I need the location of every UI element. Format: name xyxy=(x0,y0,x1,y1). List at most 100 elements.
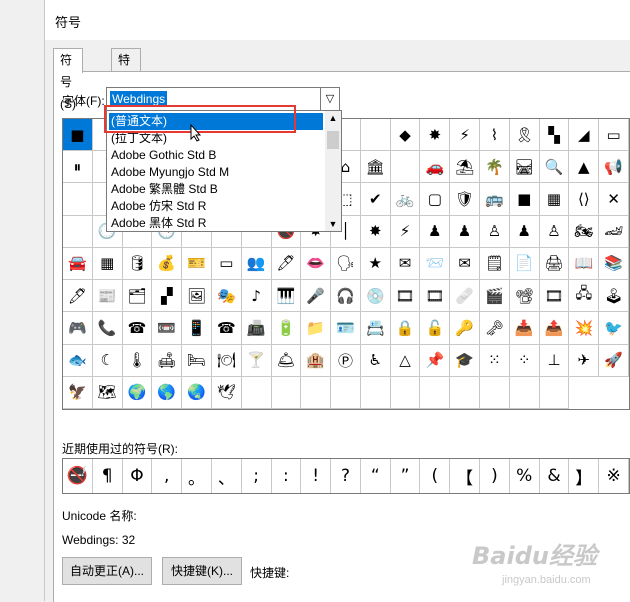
symbol-cell[interactable]: ■ xyxy=(509,183,540,216)
symbol-cell[interactable]: 🐦 xyxy=(599,312,629,345)
symbol-cell[interactable]: ▭ xyxy=(599,119,629,152)
symbol-cell[interactable]: 🐟 xyxy=(63,344,93,377)
symbol-cell[interactable]: 🔒 xyxy=(390,312,421,345)
symbol-cell[interactable]: 🌏 xyxy=(182,376,212,409)
symbol-cell[interactable]: 📄 xyxy=(509,247,540,281)
autocorrect-button[interactable]: 自动更正(A)... xyxy=(62,557,152,585)
symbol-cell[interactable]: ⁙ xyxy=(480,344,510,377)
recent-symbol-cell[interactable]: 。 xyxy=(182,459,212,493)
symbol-cell[interactable]: ■ xyxy=(63,119,93,152)
symbol-cell[interactable] xyxy=(271,376,302,409)
symbol-cell[interactable]: 🏛 xyxy=(360,151,391,184)
symbol-cell[interactable]: ▭ xyxy=(211,247,242,281)
recent-symbol-cell[interactable]: ¶ xyxy=(93,459,123,493)
symbol-cell[interactable]: ☎ xyxy=(122,312,153,345)
recent-symbol-cell[interactable]: % xyxy=(510,459,540,493)
symbol-cell[interactable] xyxy=(539,376,570,409)
symbol-cell[interactable]: ✈ xyxy=(569,344,600,377)
symbol-cell[interactable]: ⁘ xyxy=(509,344,540,377)
scroll-down-icon[interactable]: ▼ xyxy=(325,219,341,229)
symbol-cell[interactable]: 🎗 xyxy=(509,119,540,152)
symbol-cell[interactable]: 🛎 xyxy=(271,344,302,377)
symbol-cell[interactable]: 🖼 xyxy=(182,280,212,313)
symbol-cell[interactable]: 🛏 xyxy=(182,344,212,377)
recent-symbol-cell[interactable]: ! xyxy=(301,459,332,493)
symbol-cell[interactable]: 📨 xyxy=(420,247,451,281)
symbol-cell[interactable]: 🔍 xyxy=(539,151,570,184)
recent-symbol-cell[interactable]: ” xyxy=(391,459,421,493)
symbol-cell[interactable]: 🎧 xyxy=(331,280,361,313)
symbol-cell[interactable]: 🖨 xyxy=(539,247,570,281)
symbol-cell[interactable]: 📤 xyxy=(539,312,570,345)
symbol-cell[interactable]: 🚲 xyxy=(390,183,421,216)
symbol-cell[interactable]: 🏍 xyxy=(569,215,600,248)
symbol-cell[interactable]: ♿ xyxy=(360,344,391,377)
font-option[interactable]: Adobe Gothic Std B xyxy=(109,147,323,164)
recent-symbol-cell[interactable]: 、 xyxy=(212,459,242,493)
symbol-cell[interactable]: ♟ xyxy=(509,215,540,248)
symbol-cell[interactable]: 💰 xyxy=(152,247,183,281)
symbol-cell[interactable]: ✉ xyxy=(390,247,421,281)
tab-special-characters[interactable]: 特殊字符(P) xyxy=(111,48,141,155)
symbol-cell[interactable]: 🛡 xyxy=(450,183,481,216)
symbol-cell[interactable]: 🍸 xyxy=(241,344,272,377)
symbol-cell[interactable]: 🏎 xyxy=(599,215,629,248)
recent-symbol-cell[interactable]: ) xyxy=(480,459,510,493)
symbol-cell[interactable]: 📇 xyxy=(360,312,391,345)
symbol-cell[interactable]: ◢ xyxy=(569,119,600,152)
symbol-cell[interactable]: 🩹 xyxy=(450,280,481,313)
recent-symbol-cell[interactable]: Φ xyxy=(123,459,153,493)
symbol-cell[interactable]: 🛢 xyxy=(122,247,153,281)
symbol-cell[interactable]: 🎞 xyxy=(539,280,570,313)
symbol-cell[interactable]: ✸ xyxy=(360,215,391,248)
symbol-cell[interactable]: 📰 xyxy=(92,280,123,313)
symbol-cell[interactable]: 🎞 xyxy=(390,280,421,313)
symbol-cell[interactable]: 🏨 xyxy=(301,344,332,377)
recent-symbols-row[interactable]: 🚭 ¶ Φ,。、;:!? “”(【)% &】 ※ xyxy=(62,458,630,494)
symbol-cell[interactable]: 👄 xyxy=(301,247,332,281)
symbol-cell[interactable]: 🍽 xyxy=(211,344,242,377)
symbol-cell[interactable]: ♙ xyxy=(539,215,570,248)
tab-symbols[interactable]: 符号(S) xyxy=(53,48,83,111)
symbol-cell[interactable]: 📽 xyxy=(509,280,540,313)
symbol-cell[interactable]: 📞 xyxy=(92,312,123,345)
symbol-cell[interactable]: 🎓 xyxy=(450,344,481,377)
symbol-cell[interactable] xyxy=(331,376,361,409)
symbol-cell[interactable] xyxy=(450,376,481,409)
symbol-cell[interactable]: ▞ xyxy=(152,280,183,313)
symbol-cell[interactable]: 📥 xyxy=(509,312,540,345)
symbol-cell[interactable]: ▢ xyxy=(420,183,451,216)
recent-symbol-cell[interactable]: : xyxy=(272,459,302,493)
symbol-cell[interactable]: 📌 xyxy=(420,344,451,377)
symbol-cell[interactable]: 🔓 xyxy=(420,312,451,345)
symbol-cell[interactable] xyxy=(301,376,332,409)
symbol-cell[interactable]: ✔ xyxy=(360,183,391,216)
shortcut-key-button[interactable]: 快捷键(K)... xyxy=(162,557,242,585)
font-option[interactable]: Adobe 仿宋 Std R xyxy=(109,198,323,215)
symbol-cell[interactable]: 📖 xyxy=(569,247,600,281)
symbol-cell[interactable] xyxy=(360,119,391,152)
symbol-cell[interactable]: ☎ xyxy=(211,312,242,345)
symbol-cell[interactable] xyxy=(480,376,510,409)
symbol-cell[interactable]: ✸ xyxy=(420,119,451,152)
font-option[interactable]: Adobe 黑体 Std R xyxy=(109,215,323,229)
recent-symbol-cell[interactable]: 【 xyxy=(450,459,481,493)
scroll-up-icon[interactable]: ▲ xyxy=(325,113,341,123)
symbol-cell[interactable]: ⚡ xyxy=(390,215,421,248)
symbol-cell[interactable]: ◆ xyxy=(390,119,421,152)
symbol-cell[interactable]: 💿 xyxy=(360,280,391,313)
symbol-cell[interactable]: 🎭 xyxy=(211,280,242,313)
symbol-cell[interactable]: 🚀 xyxy=(599,344,629,377)
symbol-cell[interactable]: 🎞 xyxy=(420,280,451,313)
symbol-cell[interactable]: ▦ xyxy=(539,183,570,216)
symbol-cell[interactable]: 👥 xyxy=(241,247,272,281)
symbol-cell[interactable] xyxy=(241,376,272,409)
symbol-cell[interactable]: 🌡 xyxy=(122,344,153,377)
symbol-cell[interactable]: 🕹 xyxy=(599,280,629,313)
symbol-cell[interactable]: ⛱ xyxy=(450,151,481,184)
scrollbar-thumb[interactable] xyxy=(327,131,339,149)
symbol-cell[interactable]: Ⓟ xyxy=(331,344,361,377)
symbol-cell[interactable]: 🎫 xyxy=(182,247,212,281)
symbol-cell[interactable]: ♪ xyxy=(241,280,272,313)
symbol-cell[interactable]: 🖊 xyxy=(63,280,93,313)
